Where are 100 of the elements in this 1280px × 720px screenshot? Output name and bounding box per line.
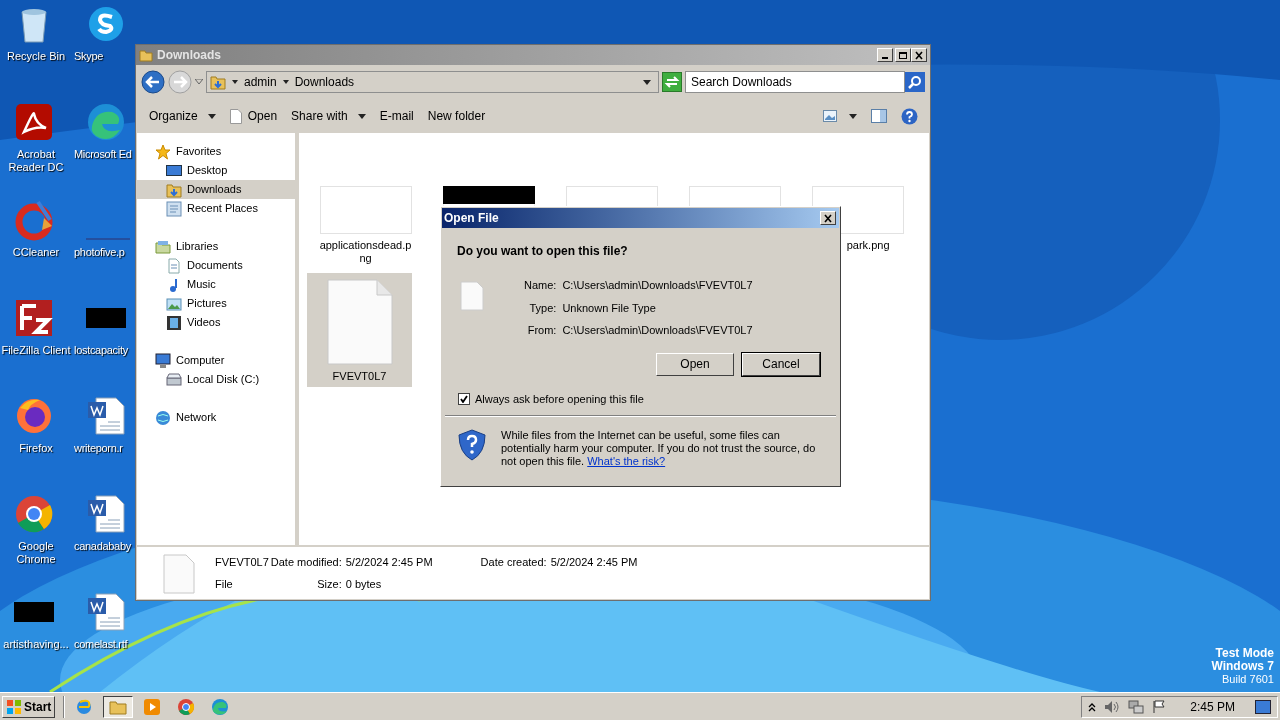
taskbar-button[interactable] [103, 695, 134, 718]
flag-icon [1152, 699, 1167, 714]
file-icon [229, 108, 242, 124]
toolbar-button[interactable]: New folder [422, 104, 491, 128]
caret-icon [357, 113, 366, 119]
search-icon [908, 75, 922, 89]
view-icon [823, 110, 837, 122]
nav-item[interactable]: Documents [137, 256, 295, 275]
dropdown-caret-icon [195, 79, 203, 85]
minimize-icon [882, 57, 888, 59]
detail-label: Date created: [480, 555, 547, 570]
desktop-icon-label[interactable]: canadababy [74, 540, 131, 553]
dialog-button[interactable]: Open [656, 352, 734, 376]
desktop-icon-label[interactable]: writeporn.r [74, 442, 123, 455]
drive-icon [166, 371, 182, 388]
folder-icon [139, 48, 153, 62]
detail-value: 5/2/2024 2:45 PM [345, 555, 433, 570]
caret-icon [207, 113, 216, 119]
desktop-icon-label[interactable]: Recycle Bin [0, 50, 72, 63]
nav-item[interactable]: Music [137, 275, 295, 294]
show-desktop-icon [1255, 699, 1271, 714]
field-label: Type: [528, 300, 557, 316]
back-button[interactable] [141, 70, 165, 94]
e-logo-icon [75, 697, 94, 716]
address-bar[interactable]: admin Downloads [206, 71, 659, 93]
desktop-icon-label[interactable]: Firefox [0, 442, 72, 455]
computer-icon [155, 352, 171, 369]
risk-link[interactable]: What's the risk? [587, 455, 666, 467]
desktop-icon-label[interactable]: FileZilla Client [0, 344, 72, 357]
nav-item[interactable]: Favorites [137, 142, 295, 161]
checkbox[interactable] [458, 392, 470, 405]
file-name: park.png [845, 239, 891, 252]
folder-icon [155, 238, 171, 255]
desktop-icon-label[interactable]: photofive.p [74, 246, 125, 259]
windows-logo-icon [6, 698, 22, 715]
system-info-text: Test Mode [1215, 647, 1274, 660]
caret-icon [643, 79, 651, 85]
field-value: C:\Users\admin\Downloads\FVEVT0L7 [562, 278, 753, 293]
warning-text: While files from the Internet can be useful, some files can potentially harm your computer. If you do not trust the source, do not open this file. What's the risk? [501, 429, 817, 468]
detail-label: Size: [316, 576, 342, 592]
monitor-icon [166, 162, 182, 179]
desktop-icon-label[interactable]: Microsoft Ed [74, 148, 132, 161]
dialog-button[interactable]: Cancel [742, 352, 820, 376]
desktop-icon-label[interactable]: lostcapacity [74, 344, 128, 357]
file-item[interactable]: FVEVT0L7 [307, 273, 412, 387]
desktop-icon-label[interactable]: CCleaner [0, 246, 72, 259]
nav-item[interactable]: Videos [137, 313, 295, 332]
search-field[interactable]: Search Downloads [685, 71, 905, 93]
system-info-text: Build 7601 [1222, 673, 1274, 686]
close-button[interactable] [911, 48, 927, 62]
close-icon [823, 213, 833, 223]
toolbar-button[interactable]: Share with [286, 104, 371, 128]
file-item[interactable]: applicationsdead.png [313, 186, 418, 269]
maximize-button[interactable] [895, 48, 911, 62]
nav-item[interactable]: Network [137, 408, 295, 427]
file-name: applicationsdead.png [319, 239, 412, 265]
start-button[interactable]: Start [2, 695, 56, 718]
toolbar-button[interactable]: E-mail [374, 104, 419, 128]
list-icon [166, 200, 182, 217]
folder-icon [210, 74, 226, 90]
refresh-button[interactable] [662, 72, 682, 92]
nav-item[interactable]: Downloads [137, 180, 295, 199]
wave-logo-icon [211, 697, 230, 716]
field-label: From: [526, 323, 557, 338]
folder-icon [166, 181, 182, 198]
chevron-up-icon [1088, 701, 1097, 712]
window-title: Downloads [157, 47, 222, 64]
clock[interactable]: 2:45 PM [1190, 697, 1235, 716]
desktop-icon-label[interactable]: Acrobat Reader DC [0, 148, 72, 174]
maximize-icon [898, 50, 908, 60]
nav-item[interactable]: Pictures [137, 294, 295, 313]
nav-item[interactable]: Libraries [137, 237, 295, 256]
nav-item[interactable]: Local Disk (C:) [137, 370, 295, 389]
file-icon [326, 279, 393, 365]
document-icon [166, 257, 182, 274]
nav-item[interactable]: Recent Places [137, 199, 295, 218]
nav-item[interactable]: Computer [137, 351, 295, 370]
minimize-button[interactable] [877, 48, 893, 62]
file-name: FVEVT0L7 [215, 555, 269, 570]
star-icon [155, 143, 171, 160]
field-label: Name: [524, 278, 557, 293]
breadcrumb-item[interactable]: Downloads [294, 73, 355, 91]
close-button[interactable] [820, 211, 836, 225]
file-name: FVEVT0L7 [331, 370, 388, 383]
nav-item[interactable]: Desktop [137, 161, 295, 180]
desktop-icon-label[interactable]: Google Chrome [0, 540, 72, 566]
caret-icon [282, 80, 289, 84]
picture-icon [166, 295, 182, 312]
detail-value: 0 bytes [345, 576, 383, 592]
breadcrumb-item[interactable]: admin [244, 73, 277, 91]
system-info-text: Windows 7 [1211, 660, 1274, 673]
circle-logo-icon [177, 697, 196, 716]
toolbar-button[interactable]: Open [224, 104, 283, 128]
search-button[interactable] [905, 72, 925, 92]
toolbar-button[interactable]: Organize [144, 104, 221, 128]
detail-value: 5/2/2024 2:45 PM [550, 555, 638, 570]
shield-icon [458, 429, 486, 461]
desktop-icon-label[interactable]: Skype [74, 50, 104, 63]
globe-icon [155, 409, 171, 426]
close-icon [914, 50, 924, 60]
